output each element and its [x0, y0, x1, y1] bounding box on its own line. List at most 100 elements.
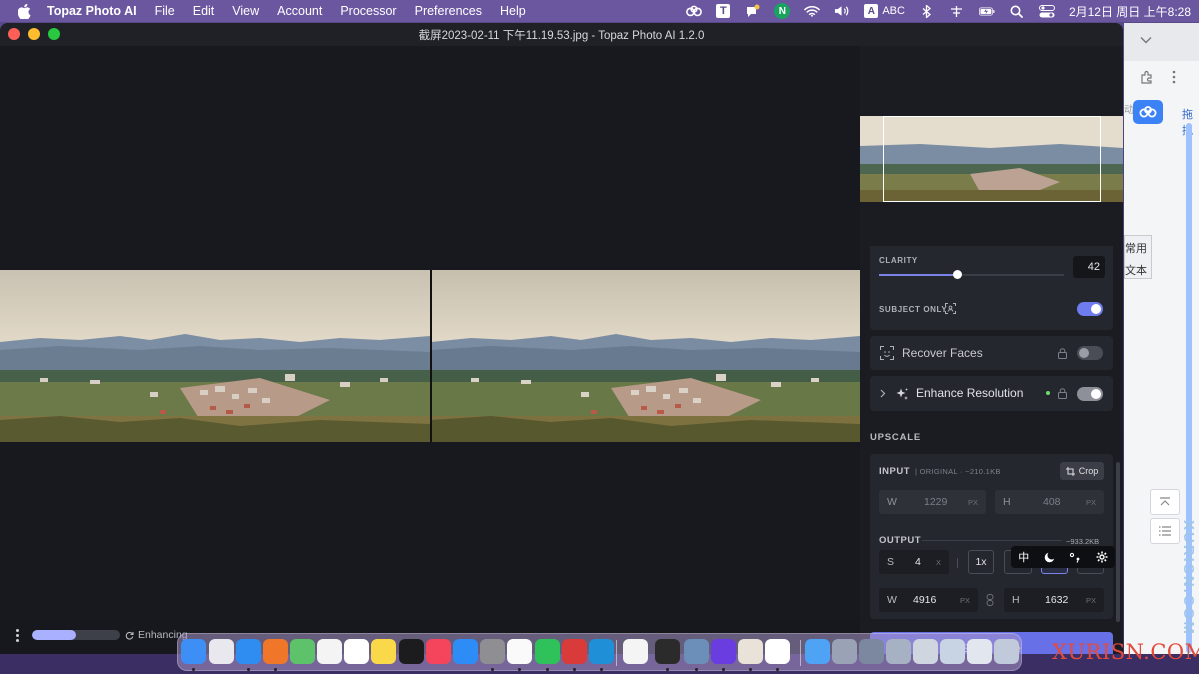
menu-processor[interactable]: Processor	[340, 4, 396, 18]
running-indicator	[600, 668, 603, 671]
screenshot-2-icon[interactable]	[859, 639, 884, 664]
zoom-window-button[interactable]	[48, 28, 60, 40]
maps-icon[interactable]	[290, 639, 315, 664]
scale-1x-button[interactable]: 1x	[968, 550, 994, 574]
output-height-field[interactable]: H 1632 PX	[1004, 588, 1104, 612]
menu-view[interactable]: View	[232, 4, 259, 18]
battery-icon[interactable]	[978, 4, 995, 18]
recover-faces-card[interactable]: Recover Faces	[870, 336, 1113, 370]
scroll-top-button[interactable]	[1150, 489, 1180, 515]
recover-faces-label: Recover Faces	[902, 346, 983, 360]
moon-icon[interactable]	[1044, 552, 1055, 563]
apple-tv-icon[interactable]	[399, 639, 424, 664]
screenshot-7-icon[interactable]	[994, 639, 1019, 664]
punctuation-icon[interactable]	[1069, 552, 1081, 563]
app-store-icon[interactable]	[453, 639, 478, 664]
upscale-section-title: UPSCALE	[870, 432, 921, 443]
preview-icon[interactable]	[684, 639, 709, 664]
downloads-icon[interactable]	[805, 639, 830, 664]
more-options-icon[interactable]	[10, 625, 24, 645]
input-source[interactable]: A ABC	[864, 4, 905, 18]
wechat-icon[interactable]	[535, 639, 560, 664]
parallels-icon[interactable]	[562, 639, 587, 664]
wifi-icon[interactable]	[804, 4, 821, 18]
n-app-icon[interactable]: N	[774, 3, 791, 19]
link-aspect-icon[interactable]	[986, 594, 994, 606]
notes-icon[interactable]	[371, 639, 396, 664]
network-icon[interactable]	[949, 4, 965, 18]
baidu-netdisk-icon[interactable]	[1133, 100, 1163, 124]
app-menu[interactable]: Topaz Photo AI	[47, 4, 137, 18]
firefox-icon[interactable]	[263, 639, 288, 664]
textedit-icon[interactable]	[623, 639, 648, 664]
running-indicator	[491, 668, 494, 671]
navigator-viewport-frame[interactable]	[883, 116, 1101, 202]
safari-icon[interactable]	[236, 639, 261, 664]
image-canvas[interactable]	[0, 46, 860, 642]
lock-icon	[1058, 388, 1067, 399]
scale-input[interactable]: S 4 X	[879, 550, 949, 574]
calendar-icon[interactable]	[344, 639, 369, 664]
crop-label: Crop	[1078, 466, 1099, 476]
close-window-button[interactable]	[8, 28, 20, 40]
menu-preferences[interactable]: Preferences	[415, 4, 482, 18]
topaz-gigapixel-icon[interactable]	[738, 639, 763, 664]
baidu-netdisk-icon[interactable]	[686, 4, 703, 18]
vpn-icon[interactable]	[711, 639, 736, 664]
running-indicator	[546, 668, 549, 671]
baidu-netdisk-icon[interactable]	[765, 639, 790, 664]
subject-only-toggle[interactable]	[1077, 302, 1103, 316]
launchpad-icon[interactable]	[209, 639, 234, 664]
scale-value: 4	[915, 556, 921, 568]
menubar-clock[interactable]: 2月12日 周日 上午8:28	[1069, 3, 1191, 20]
panel-scrollbar[interactable]	[1116, 462, 1120, 622]
recover-faces-toggle[interactable]	[1077, 346, 1103, 360]
screenshot-5-icon[interactable]	[940, 639, 965, 664]
enhance-resolution-card[interactable]: Enhance Resolution	[870, 376, 1113, 411]
input-source-icon: A	[864, 4, 879, 18]
edge-icon[interactable]	[589, 639, 614, 664]
music-icon[interactable]	[426, 639, 451, 664]
chevron-right-icon[interactable]	[880, 389, 886, 398]
finder-icon[interactable]	[181, 639, 206, 664]
tab-common[interactable]: 常用	[1125, 236, 1151, 256]
more-vertical-icon[interactable]	[1172, 70, 1176, 87]
system-preferences-icon[interactable]	[480, 639, 505, 664]
extensions-icon[interactable]	[1140, 70, 1154, 87]
control-center-icon[interactable]	[1038, 4, 1055, 18]
window-titlebar[interactable]: 截屏2023-02-11 下午11.19.53.jpg - Topaz Phot…	[0, 23, 1123, 46]
tab-text[interactable]: 文本	[1125, 256, 1151, 278]
bluetooth-icon[interactable]	[919, 4, 935, 18]
terminal-icon[interactable]	[655, 639, 680, 664]
topaz-window: 截屏2023-02-11 下午11.19.53.jpg - Topaz Phot…	[0, 23, 1123, 654]
notification-icon[interactable]	[744, 4, 760, 18]
menu-file[interactable]: File	[155, 4, 175, 18]
clarity-slider[interactable]	[879, 270, 1064, 279]
typora-icon[interactable]: T	[716, 4, 731, 18]
apple-menu-icon[interactable]	[16, 3, 32, 19]
enhance-resolution-toggle[interactable]	[1077, 387, 1103, 401]
settings-icon[interactable]	[1096, 551, 1108, 563]
volume-icon[interactable]	[834, 4, 850, 18]
menu-edit[interactable]: Edit	[193, 4, 215, 18]
slider-thumb[interactable]	[952, 270, 962, 279]
minimize-window-button[interactable]	[28, 28, 40, 40]
screenshot-3-icon[interactable]	[886, 639, 911, 664]
crop-button[interactable]: Crop	[1060, 462, 1104, 480]
input-height-field: H 408 PX	[995, 490, 1104, 514]
screenshot-1-icon[interactable]	[832, 639, 857, 664]
menu-help[interactable]: Help	[500, 4, 526, 18]
screenshot-6-icon[interactable]	[967, 639, 992, 664]
clarity-value-input[interactable]: 42	[1073, 256, 1105, 278]
menu-account[interactable]: Account	[277, 4, 322, 18]
screenshot-4-icon[interactable]	[913, 639, 938, 664]
unit-label: PX	[1086, 498, 1097, 507]
output-width-field[interactable]: W 4916 PX	[879, 588, 978, 612]
qq-icon[interactable]	[507, 639, 532, 664]
chevron-down-icon[interactable]	[1140, 33, 1152, 47]
ime-chinese-toggle[interactable]: 中	[1018, 549, 1029, 565]
running-indicator	[192, 668, 195, 671]
search-icon[interactable]	[1009, 4, 1025, 18]
photos-icon[interactable]	[317, 639, 342, 664]
compare-divider-handle[interactable]	[430, 270, 432, 442]
